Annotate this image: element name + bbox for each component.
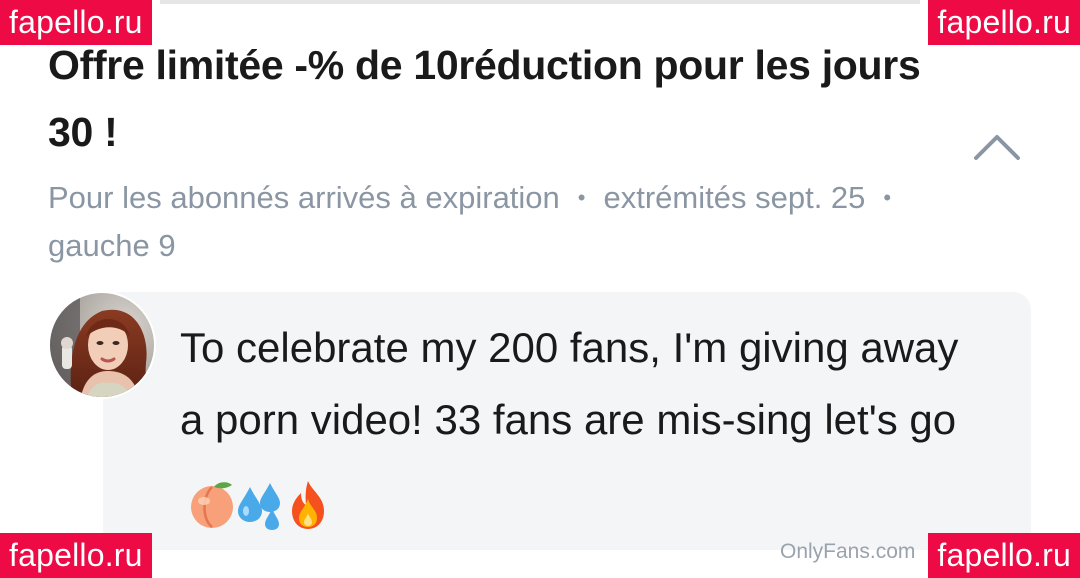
offer-end-date: extrémités sept. 25 xyxy=(603,180,866,215)
offer-audience: Pour les abonnés arrivés à expiration xyxy=(48,180,560,215)
emoji-row xyxy=(188,466,332,538)
fire-emoji xyxy=(292,480,324,529)
avatar[interactable] xyxy=(48,291,156,399)
collapse-button[interactable] xyxy=(968,122,1026,168)
message-text-block: To celebrate my 200 fans, I'm giving awa… xyxy=(180,312,970,538)
watermark-bottom-right: fapello.ru xyxy=(928,533,1080,578)
watermark-top-left: fapello.ru xyxy=(0,0,152,45)
watermark-bottom-left: fapello.ru xyxy=(0,533,152,578)
separator-dot: • xyxy=(577,185,586,210)
offer-title: Offre limitée -% de 10réduction pour les… xyxy=(48,42,921,155)
peach-emoji xyxy=(191,482,233,528)
separator-dot: • xyxy=(883,185,892,210)
watermark-top-right: fapello.ru xyxy=(928,0,1080,45)
sweat-droplets-emoji xyxy=(238,482,280,530)
chevron-up-icon xyxy=(974,135,1020,160)
message-text: To celebrate my 200 fans, I'm giving awa… xyxy=(180,324,959,443)
top-divider xyxy=(160,0,920,4)
offer-remaining: gauche 9 xyxy=(48,228,176,263)
offer-meta: Pour les abonnés arrivés à expiration • ex… xyxy=(48,174,978,270)
avatar-image xyxy=(50,293,154,397)
site-credit: OnlyFans.com xyxy=(780,540,916,563)
